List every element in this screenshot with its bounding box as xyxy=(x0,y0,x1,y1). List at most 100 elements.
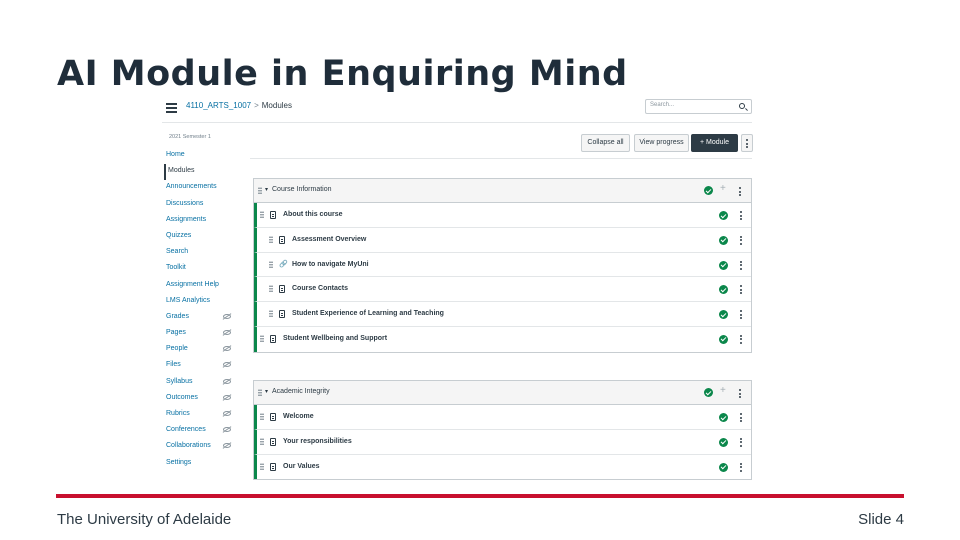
search-icon[interactable] xyxy=(739,103,745,109)
more-options-icon[interactable] xyxy=(739,285,743,296)
nav-item-files[interactable]: Files xyxy=(164,358,234,374)
nav-item-grades[interactable]: Grades xyxy=(164,310,234,326)
kebab-icon xyxy=(745,139,749,150)
page-icon xyxy=(279,310,285,319)
published-check-icon[interactable] xyxy=(719,260,728,270)
nav-item-modules[interactable]: Modules xyxy=(164,164,234,181)
more-options-icon[interactable] xyxy=(739,462,743,474)
module-item-title[interactable]: Welcome xyxy=(283,413,314,420)
drag-handle-icon[interactable] xyxy=(260,437,264,446)
module-item[interactable]: Our Values xyxy=(254,454,751,480)
hamburger-menu-icon[interactable] xyxy=(166,103,177,113)
nav-item-outcomes[interactable]: Outcomes xyxy=(164,391,234,407)
link-icon: 🔗 xyxy=(279,260,288,268)
add-module-button[interactable]: + Module xyxy=(691,134,738,152)
module-item-title[interactable]: Student Experience of Learning and Teach… xyxy=(292,310,444,317)
collapse-all-button[interactable]: Collapse all xyxy=(581,134,630,152)
nav-item-lms-analytics[interactable]: LMS Analytics xyxy=(164,294,234,310)
more-options-icon[interactable] xyxy=(738,389,742,400)
drag-handle-icon[interactable] xyxy=(269,235,273,244)
module-item[interactable]: Welcome xyxy=(254,405,751,430)
nav-item-label: Conferences xyxy=(166,426,206,434)
drag-handle-icon[interactable] xyxy=(258,187,262,195)
nav-item-assignments[interactable]: Assignments xyxy=(164,213,234,229)
nav-item-label: Grades xyxy=(166,312,189,320)
nav-item-conferences[interactable]: Conferences xyxy=(164,423,234,439)
module-item-title[interactable]: Your responsibilities xyxy=(283,438,352,445)
module-item-title[interactable]: About this course xyxy=(283,211,343,218)
published-check-icon[interactable] xyxy=(719,211,728,220)
module-item-title[interactable]: Course Contacts xyxy=(292,285,348,292)
page-icon xyxy=(279,235,285,244)
drag-handle-icon[interactable] xyxy=(269,310,273,319)
collapse-caret-icon[interactable]: ▾ xyxy=(265,388,268,395)
page-options-button[interactable] xyxy=(741,134,753,152)
drag-handle-icon[interactable] xyxy=(260,211,264,219)
published-check-icon[interactable] xyxy=(719,413,728,422)
collapse-caret-icon[interactable]: ▾ xyxy=(265,186,268,193)
more-options-icon[interactable] xyxy=(739,310,743,321)
nav-item-search[interactable]: Search xyxy=(164,245,234,261)
published-check-icon[interactable] xyxy=(719,437,728,447)
more-options-icon[interactable] xyxy=(739,260,743,272)
module-item-title[interactable]: How to navigate MyUni xyxy=(292,261,369,268)
nav-item-toolkit[interactable]: Toolkit xyxy=(164,261,234,277)
nav-item-discussions[interactable]: Discussions xyxy=(164,197,234,213)
drag-handle-icon[interactable] xyxy=(260,334,264,343)
module-item-title[interactable]: Student Wellbeing and Support xyxy=(283,335,387,342)
more-options-icon[interactable] xyxy=(739,334,743,346)
drag-handle-icon[interactable] xyxy=(260,462,264,471)
published-check-icon[interactable] xyxy=(719,235,728,245)
published-check-icon[interactable] xyxy=(719,285,728,295)
module-item-title[interactable]: Our Values xyxy=(283,463,320,470)
drag-handle-icon[interactable] xyxy=(269,260,273,269)
add-item-icon[interactable]: + xyxy=(720,385,726,396)
nav-item-rubrics[interactable]: Rubrics xyxy=(164,407,234,423)
nav-item-label: Settings xyxy=(166,458,192,466)
module-item[interactable]: 🔗 How to navigate MyUni xyxy=(254,252,751,278)
drag-handle-icon[interactable] xyxy=(269,285,273,294)
view-progress-button[interactable]: View progress xyxy=(634,134,689,152)
module-item-title[interactable]: Assessment Overview xyxy=(292,236,366,243)
nav-item-quizzes[interactable]: Quizzes xyxy=(164,229,234,245)
search-placeholder: Search... xyxy=(650,102,675,108)
nav-item-assignment-help[interactable]: Assignment Help xyxy=(164,278,234,294)
breadcrumb-separator: > xyxy=(254,101,259,110)
more-options-icon[interactable] xyxy=(739,413,743,424)
nav-item-label: Announcements xyxy=(166,183,217,191)
published-check-icon[interactable] xyxy=(719,310,728,320)
nav-item-settings[interactable]: Settings xyxy=(164,456,234,472)
module-item[interactable]: Student Experience of Learning and Teach… xyxy=(254,302,751,327)
term-label: 2021 Semester 1 xyxy=(169,134,211,140)
nav-item-syllabus[interactable]: Syllabus xyxy=(164,375,234,391)
nav-item-collaborations[interactable]: Collaborations xyxy=(164,439,234,455)
footer-accent-bar xyxy=(56,494,904,498)
more-options-icon[interactable] xyxy=(738,187,742,198)
published-check-icon[interactable] xyxy=(719,334,728,344)
nav-item-label: Collaborations xyxy=(166,442,211,450)
drag-handle-icon[interactable] xyxy=(260,413,264,421)
drag-handle-icon[interactable] xyxy=(258,389,262,397)
more-options-icon[interactable] xyxy=(739,211,743,222)
module-item[interactable]: Your responsibilities xyxy=(254,429,751,455)
published-check-icon[interactable] xyxy=(719,462,728,472)
module-header[interactable]: ▾ Academic Integrity + xyxy=(254,381,751,405)
breadcrumb-course-link[interactable]: 4110_ARTS_1007 xyxy=(186,101,251,110)
search-input[interactable]: Search... xyxy=(645,99,752,114)
nav-item-home[interactable]: Home xyxy=(164,148,234,164)
module-title: Academic Integrity xyxy=(272,388,330,395)
module-item[interactable]: Course Contacts xyxy=(254,277,751,303)
nav-item-announcements[interactable]: Announcements xyxy=(164,180,234,196)
nav-item-people[interactable]: People xyxy=(164,342,234,358)
module-item[interactable]: Student Wellbeing and Support xyxy=(254,326,751,352)
module-header[interactable]: ▾ Course Information + xyxy=(254,179,751,203)
published-check-icon[interactable] xyxy=(704,388,713,397)
published-check-icon[interactable] xyxy=(704,186,713,195)
add-item-icon[interactable]: + xyxy=(720,183,726,194)
more-options-icon[interactable] xyxy=(739,437,743,449)
nav-item-pages[interactable]: Pages xyxy=(164,326,234,342)
more-options-icon[interactable] xyxy=(739,235,743,247)
module-item[interactable]: About this course xyxy=(254,203,751,228)
header-divider xyxy=(250,158,752,159)
module-item[interactable]: Assessment Overview xyxy=(254,227,751,253)
